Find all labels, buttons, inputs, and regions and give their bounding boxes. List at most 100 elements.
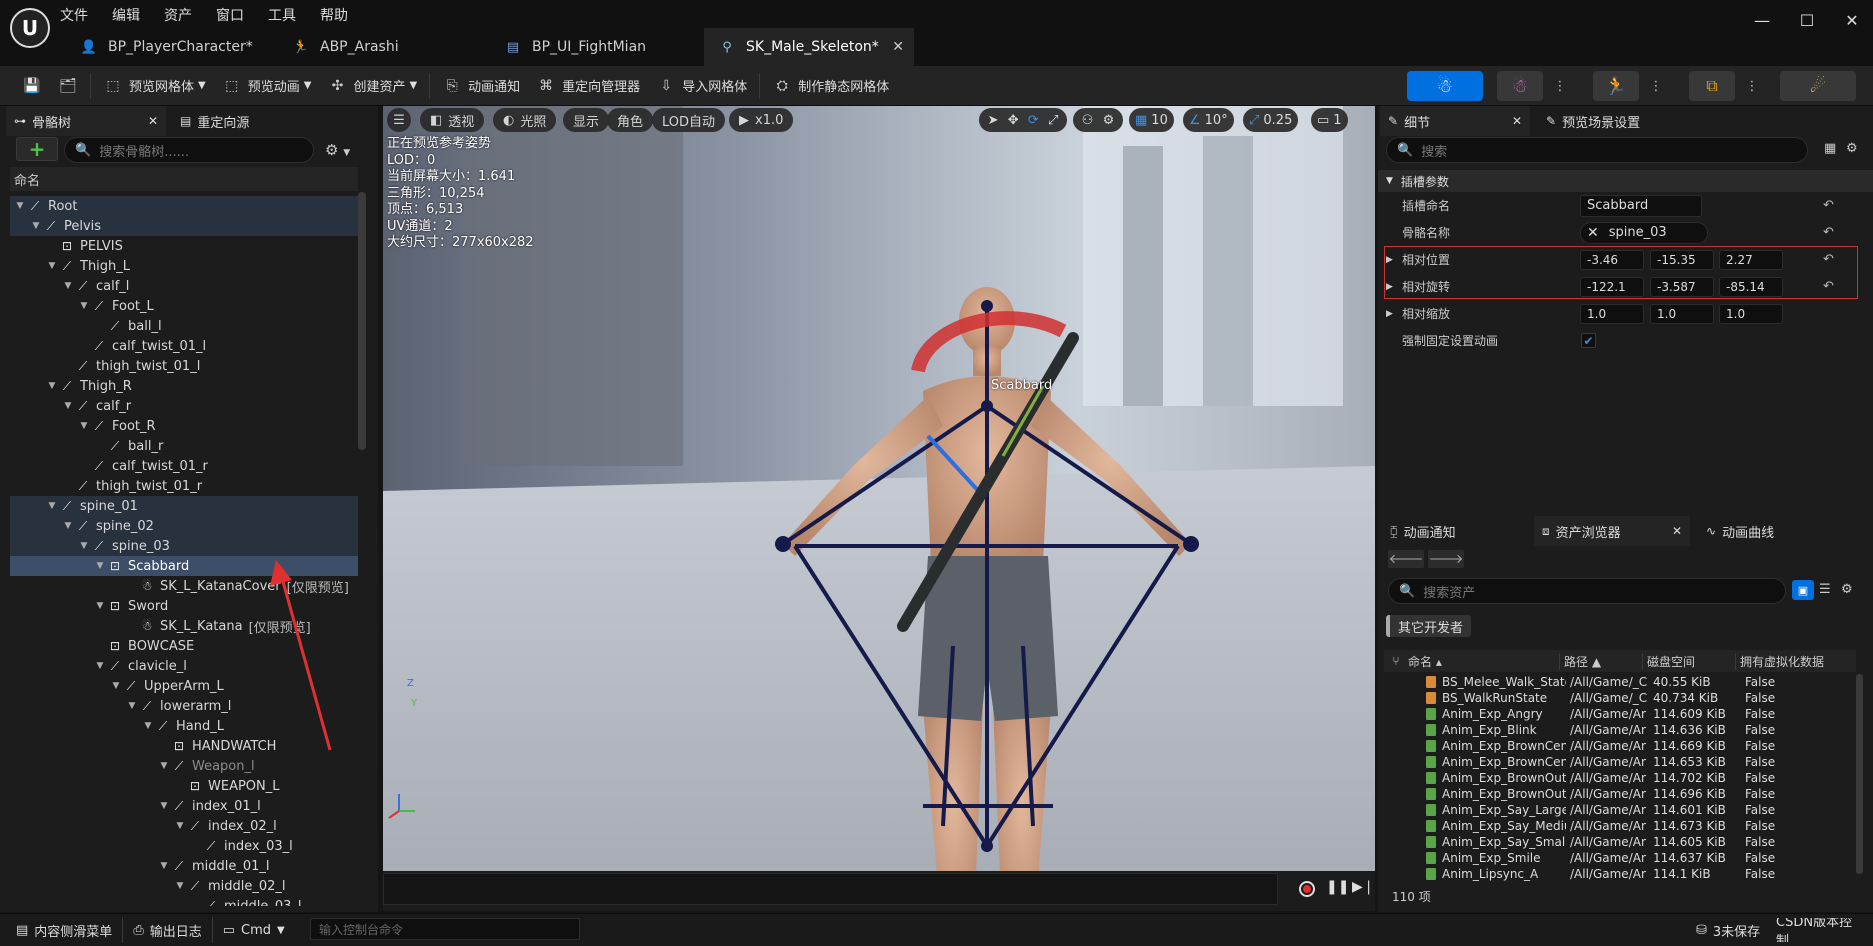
settings-gear-icon[interactable]: ⚙	[1841, 582, 1853, 597]
browse-button[interactable]: 🗂	[50, 72, 86, 100]
reset-icon[interactable]: ↶	[1823, 198, 1834, 213]
tree-row-calf_r[interactable]: ▼ ⟋ calf_r	[10, 396, 358, 416]
tab-sk-male-skeleton[interactable]: ⚲ SK_Male_Skeleton* ✕	[704, 28, 914, 66]
save-button[interactable]: 💾	[14, 72, 50, 100]
scale-icon[interactable]: ⤢	[1048, 113, 1058, 128]
animation-mode-more-icon[interactable]: ⋮	[1649, 71, 1663, 101]
tree-row-foot_l[interactable]: ▼ ⟋ Foot_L	[10, 296, 358, 316]
tree-row-calf_twist_01_r[interactable]: ⟋ calf_twist_01_r	[10, 456, 358, 476]
col-path[interactable]: 路径 ▲	[1560, 652, 1643, 670]
bone-name-picker[interactable]: ✕ spine_03	[1580, 221, 1708, 244]
chevron-down-icon[interactable]: ▼	[46, 381, 58, 391]
chevron-down-icon[interactable]: ▼	[78, 421, 90, 431]
tab-bp-playercharacter[interactable]: 👤 BP_PlayerCharacter*	[66, 28, 272, 66]
asset-row[interactable]: Anim_Exp_Say_Small/All/Game/Ar 114.605 Ki…	[1426, 834, 1846, 850]
timeline-track[interactable]	[383, 873, 1278, 905]
chevron-down-icon[interactable]: ▼	[94, 661, 106, 671]
asset-row[interactable]: Anim_Exp_Smile/All/Game/Ar 114.637 KiB Fal…	[1426, 850, 1846, 866]
perspective-button[interactable]: ◧ 透视	[420, 108, 485, 132]
chevron-down-icon[interactable]: ▼	[94, 601, 106, 611]
camera-speed-button[interactable]: ▭ 1	[1311, 108, 1348, 132]
close-tab-icon[interactable]: ✕	[1512, 114, 1522, 128]
chevron-down-icon[interactable]: ▼	[62, 521, 74, 531]
console-input[interactable]: 输入控制台命令	[310, 918, 580, 940]
asset-scrollbar[interactable]	[1856, 674, 1863, 874]
tree-row-middle_01_l[interactable]: ▼ ⟋ middle_01_l	[10, 856, 358, 876]
asset-row[interactable]: Anim_Exp_BrownOutte/All/Game/Ar 114.696 K…	[1426, 786, 1846, 802]
table-view-icon[interactable]: ▦	[1824, 141, 1836, 156]
tree-scrollbar[interactable]	[358, 192, 366, 450]
transform-value-input[interactable]: 1.0	[1719, 303, 1783, 324]
chevron-down-icon[interactable]: ▼	[174, 881, 186, 891]
close-tab-icon[interactable]: ✕	[148, 114, 158, 128]
play-speed-button[interactable]: ▶ x1.0	[729, 108, 794, 132]
tree-row-spine_01[interactable]: ▼ ⟋ spine_01	[10, 496, 358, 516]
asset-row[interactable]: BS_WalkRunState/All/Game/_C 40.734 KiB Fal…	[1426, 690, 1846, 706]
skeleton-mode-button[interactable]: ☃	[1407, 71, 1483, 101]
menu-item-1[interactable]: 编辑	[112, 5, 140, 25]
lighting-button[interactable]: ◐ 光照	[493, 108, 557, 132]
lod-button[interactable]: LOD自动	[652, 108, 726, 132]
menu-item-0[interactable]: 文件	[60, 5, 88, 25]
transform-value-input[interactable]: 1.0	[1650, 303, 1714, 324]
tree-row-pelvis[interactable]: ▼ ⟋ Pelvis	[10, 216, 358, 236]
menu-item-5[interactable]: 帮助	[320, 5, 348, 25]
filter-chip[interactable]: 其它开发者	[1386, 615, 1472, 637]
menu-item-2[interactable]: 资产	[164, 5, 192, 25]
blueprint-mode-button[interactable]: ⧉	[1689, 71, 1735, 101]
make-static-mesh-button[interactable]: ⛭ 制作静态网格体	[764, 72, 897, 100]
close-tab-icon[interactable]: ✕	[1672, 524, 1682, 538]
tree-row-spine_02[interactable]: ▼ ⟋ spine_02	[10, 516, 358, 536]
surface-snap-icon[interactable]: ⚇	[1082, 113, 1094, 128]
minimize-icon[interactable]: —	[1747, 8, 1777, 32]
tree-row-spine_03[interactable]: ▼ ⟋ spine_03	[10, 536, 358, 556]
tab-bp-ui-fightmian[interactable]: ▤ BP_UI_FightMian	[490, 28, 696, 66]
chevron-down-icon[interactable]: ▼	[78, 541, 90, 551]
cmd-button[interactable]: ▭ Cmd ▼	[217, 918, 291, 942]
scale-snap-button[interactable]: ⤢ 0.25	[1243, 108, 1299, 132]
chevron-down-icon[interactable]: ▼	[142, 721, 154, 731]
asset-row[interactable]: Anim_Exp_Blink/All/Game/Ar 114.636 KiB Fal…	[1426, 722, 1846, 738]
record-button[interactable]	[1299, 881, 1315, 897]
add-socket-button[interactable]: +	[16, 137, 58, 161]
mesh-mode-more-icon[interactable]: ⋮	[1553, 71, 1567, 101]
chevron-down-icon[interactable]: ▼	[30, 221, 42, 231]
asset-row[interactable]: Anim_Lipsync_A/All/Game/Ar 114.1 KiB False	[1426, 866, 1846, 882]
source-control-button[interactable]: CSDN版本控制	[1770, 918, 1870, 942]
tree-row-index_01_l[interactable]: ▼ ⟋ index_01_l	[10, 796, 358, 816]
close-window-icon[interactable]: ✕	[1837, 8, 1867, 32]
force-anim-checkbox[interactable]: ✔	[1581, 333, 1596, 348]
mesh-mode-button[interactable]: ☃	[1497, 71, 1543, 101]
content-drawer-button[interactable]: ▤ 内容侧滑菜单	[10, 918, 118, 942]
socket-params-section[interactable]: ▼ 插槽参数	[1378, 170, 1873, 192]
folder-filter-icon[interactable]: ▣	[1792, 580, 1814, 600]
asset-row[interactable]: Anim_Exp_Say_Large/All/Game/Ar 114.601 Ki…	[1426, 802, 1846, 818]
menu-item-3[interactable]: 窗口	[216, 5, 244, 25]
translate-icon[interactable]: ✥	[1008, 113, 1019, 128]
asset-row[interactable]: BS_Melee_Walk_State/All/Game/_C 40.55 KiB…	[1426, 674, 1846, 690]
tab-details[interactable]: ✎ 细节 ✕	[1380, 106, 1530, 136]
physics-mode-button[interactable]: ☄	[1780, 71, 1856, 101]
asset-row[interactable]: Anim_Exp_Say_Mediur/All/Game/Ar 114.673 K…	[1426, 818, 1846, 834]
tab-anim-notifies[interactable]: ⧮ 动画通知	[1382, 516, 1532, 546]
chevron-down-icon[interactable]: ▼	[62, 401, 74, 411]
tree-row-ball_l[interactable]: ⟋ ball_l	[10, 316, 358, 336]
menu-item-4[interactable]: 工具	[268, 5, 296, 25]
tree-row-calf_l[interactable]: ▼ ⟋ calf_l	[10, 276, 358, 296]
preview-viewport[interactable]: Scabbard Z Y ☰ ◧ 透视 ◐ 光照 显示 角色 LOD自动 ▶ x1.0…	[383, 106, 1375, 871]
tree-row-index_03_l[interactable]: ⟋ index_03_l	[10, 836, 358, 856]
details-search-input[interactable]: 🔍 搜索	[1386, 137, 1808, 163]
reset-icon[interactable]: ↶	[1823, 225, 1834, 240]
settings-gear-icon[interactable]: ⚙ ▼	[325, 141, 350, 159]
chevron-down-icon[interactable]: ▼	[46, 261, 58, 271]
rotate-icon[interactable]: ⟳	[1028, 113, 1039, 128]
tree-row-thigh_r[interactable]: ▼ ⟋ Thigh_R	[10, 376, 358, 396]
asset-row[interactable]: Anim_Exp_BrownOutte/All/Game/Ar 114.702 K…	[1426, 770, 1846, 786]
chevron-down-icon[interactable]: ▼	[158, 801, 170, 811]
tree-row-index_02_l[interactable]: ▼ ⟋ index_02_l	[10, 816, 358, 836]
tree-row-root[interactable]: ▼ ⟋ Root	[10, 196, 358, 216]
col-virtualized[interactable]: 拥有虚拟化数据	[1736, 653, 1826, 670]
filter-icon[interactable]: ☰	[1819, 582, 1831, 597]
animation-mode-button[interactable]: 🏃	[1593, 71, 1639, 101]
tree-row-foot_r[interactable]: ▼ ⟋ Foot_R	[10, 416, 358, 436]
